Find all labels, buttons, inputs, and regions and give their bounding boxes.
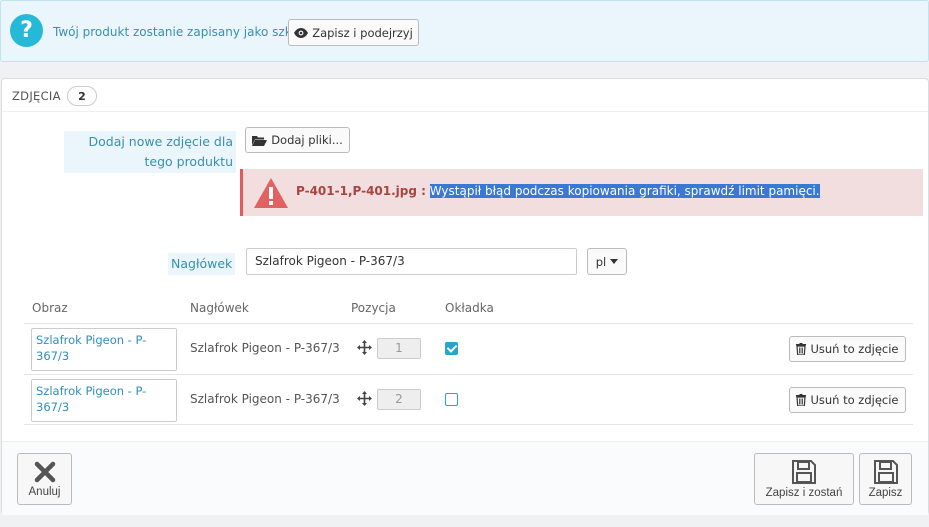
add-files-button[interactable]: Dodaj pliki...	[245, 127, 350, 153]
save-and-preview-button[interactable]: Zapisz i podejrzyj	[288, 19, 419, 46]
trash-icon	[796, 394, 807, 406]
heading-input[interactable]: Szlafrok Pigeon - P-367/3	[246, 248, 577, 275]
row-heading: Szlafrok Pigeon - P-367/3	[190, 392, 340, 406]
heading-label: Nagłówek	[168, 253, 236, 275]
table-row: Szlafrok Pigeon - P-367/3 Szlafrok Pigeo…	[24, 374, 913, 425]
delete-image-label: Usuń to zdjęcie	[810, 393, 899, 407]
save-and-stay-button[interactable]: Zapisz i zostań	[754, 453, 854, 505]
error-text: P-401-1,P-401.jpg : Wystąpił błąd podcza…	[296, 184, 820, 198]
floppy-disk-icon	[873, 459, 898, 484]
column-heading: Nagłówek	[190, 301, 249, 315]
delete-image-button[interactable]: Usuń to zdjęcie	[789, 387, 906, 413]
images-panel: ZDJĘCIA 2 Dodaj nowe zdjęcie dla tego pr…	[1, 78, 929, 515]
add-image-label: Dodaj nowe zdjęcie dla tego produktu	[64, 131, 236, 173]
delete-image-button[interactable]: Usuń to zdjęcie	[789, 336, 906, 362]
cancel-label: Anuluj	[28, 485, 61, 498]
cover-checkbox[interactable]	[445, 342, 458, 355]
save-and-preview-label: Zapisz i podejrzyj	[312, 25, 413, 40]
delete-image-label: Usuń to zdjęcie	[810, 342, 899, 356]
language-value: pl	[595, 254, 607, 269]
drag-move-icon[interactable]	[357, 391, 372, 406]
close-icon	[34, 461, 55, 482]
save-and-stay-label: Zapisz i zostań	[765, 486, 843, 499]
floppy-disk-icon	[792, 459, 816, 484]
position-input[interactable]: 2	[377, 389, 421, 410]
warning-icon	[254, 178, 288, 208]
panel-title: ZDJĘCIA	[12, 89, 61, 103]
draft-message: Twój produkt zostanie zapisany jako szki…	[53, 25, 302, 39]
image-thumbnail[interactable]: Szlafrok Pigeon - P-367/3	[31, 379, 177, 422]
error-alert: P-401-1,P-401.jpg : Wystąpił błąd podcza…	[240, 169, 923, 216]
column-cover: Okładka	[445, 301, 494, 315]
save-button[interactable]: Zapisz	[859, 453, 912, 505]
panel-footer: Anuluj Zapisz i zostań Zapisz	[2, 441, 928, 515]
drag-move-icon[interactable]	[357, 340, 372, 355]
add-files-label: Dodaj pliki...	[271, 133, 343, 147]
column-position: Pozycja	[351, 301, 396, 315]
image-thumbnail[interactable]: Szlafrok Pigeon - P-367/3	[31, 328, 177, 371]
row-heading: Szlafrok Pigeon - P-367/3	[190, 341, 340, 355]
cancel-button[interactable]: Anuluj	[17, 453, 72, 505]
panel-header: ZDJĘCIA 2	[2, 79, 928, 112]
eye-icon	[294, 27, 309, 38]
trash-icon	[796, 343, 807, 355]
error-files: P-401-1,P-401.jpg :	[296, 184, 426, 198]
column-image: Obraz	[32, 301, 68, 315]
error-message: Wystąpił błąd podczas kopiowania grafiki…	[429, 184, 820, 198]
caret-down-icon	[610, 259, 619, 264]
draft-notice: ? Twój produkt zostanie zapisany jako sz…	[0, 0, 929, 62]
save-label: Zapisz	[868, 486, 903, 499]
question-icon: ?	[10, 14, 43, 47]
folder-open-icon	[252, 135, 268, 146]
image-count-badge: 2	[67, 86, 97, 106]
language-select[interactable]: pl	[587, 248, 627, 275]
table-row: Szlafrok Pigeon - P-367/3 Szlafrok Pigeo…	[24, 323, 913, 374]
cover-checkbox[interactable]	[445, 393, 458, 406]
position-input[interactable]: 1	[377, 338, 421, 359]
